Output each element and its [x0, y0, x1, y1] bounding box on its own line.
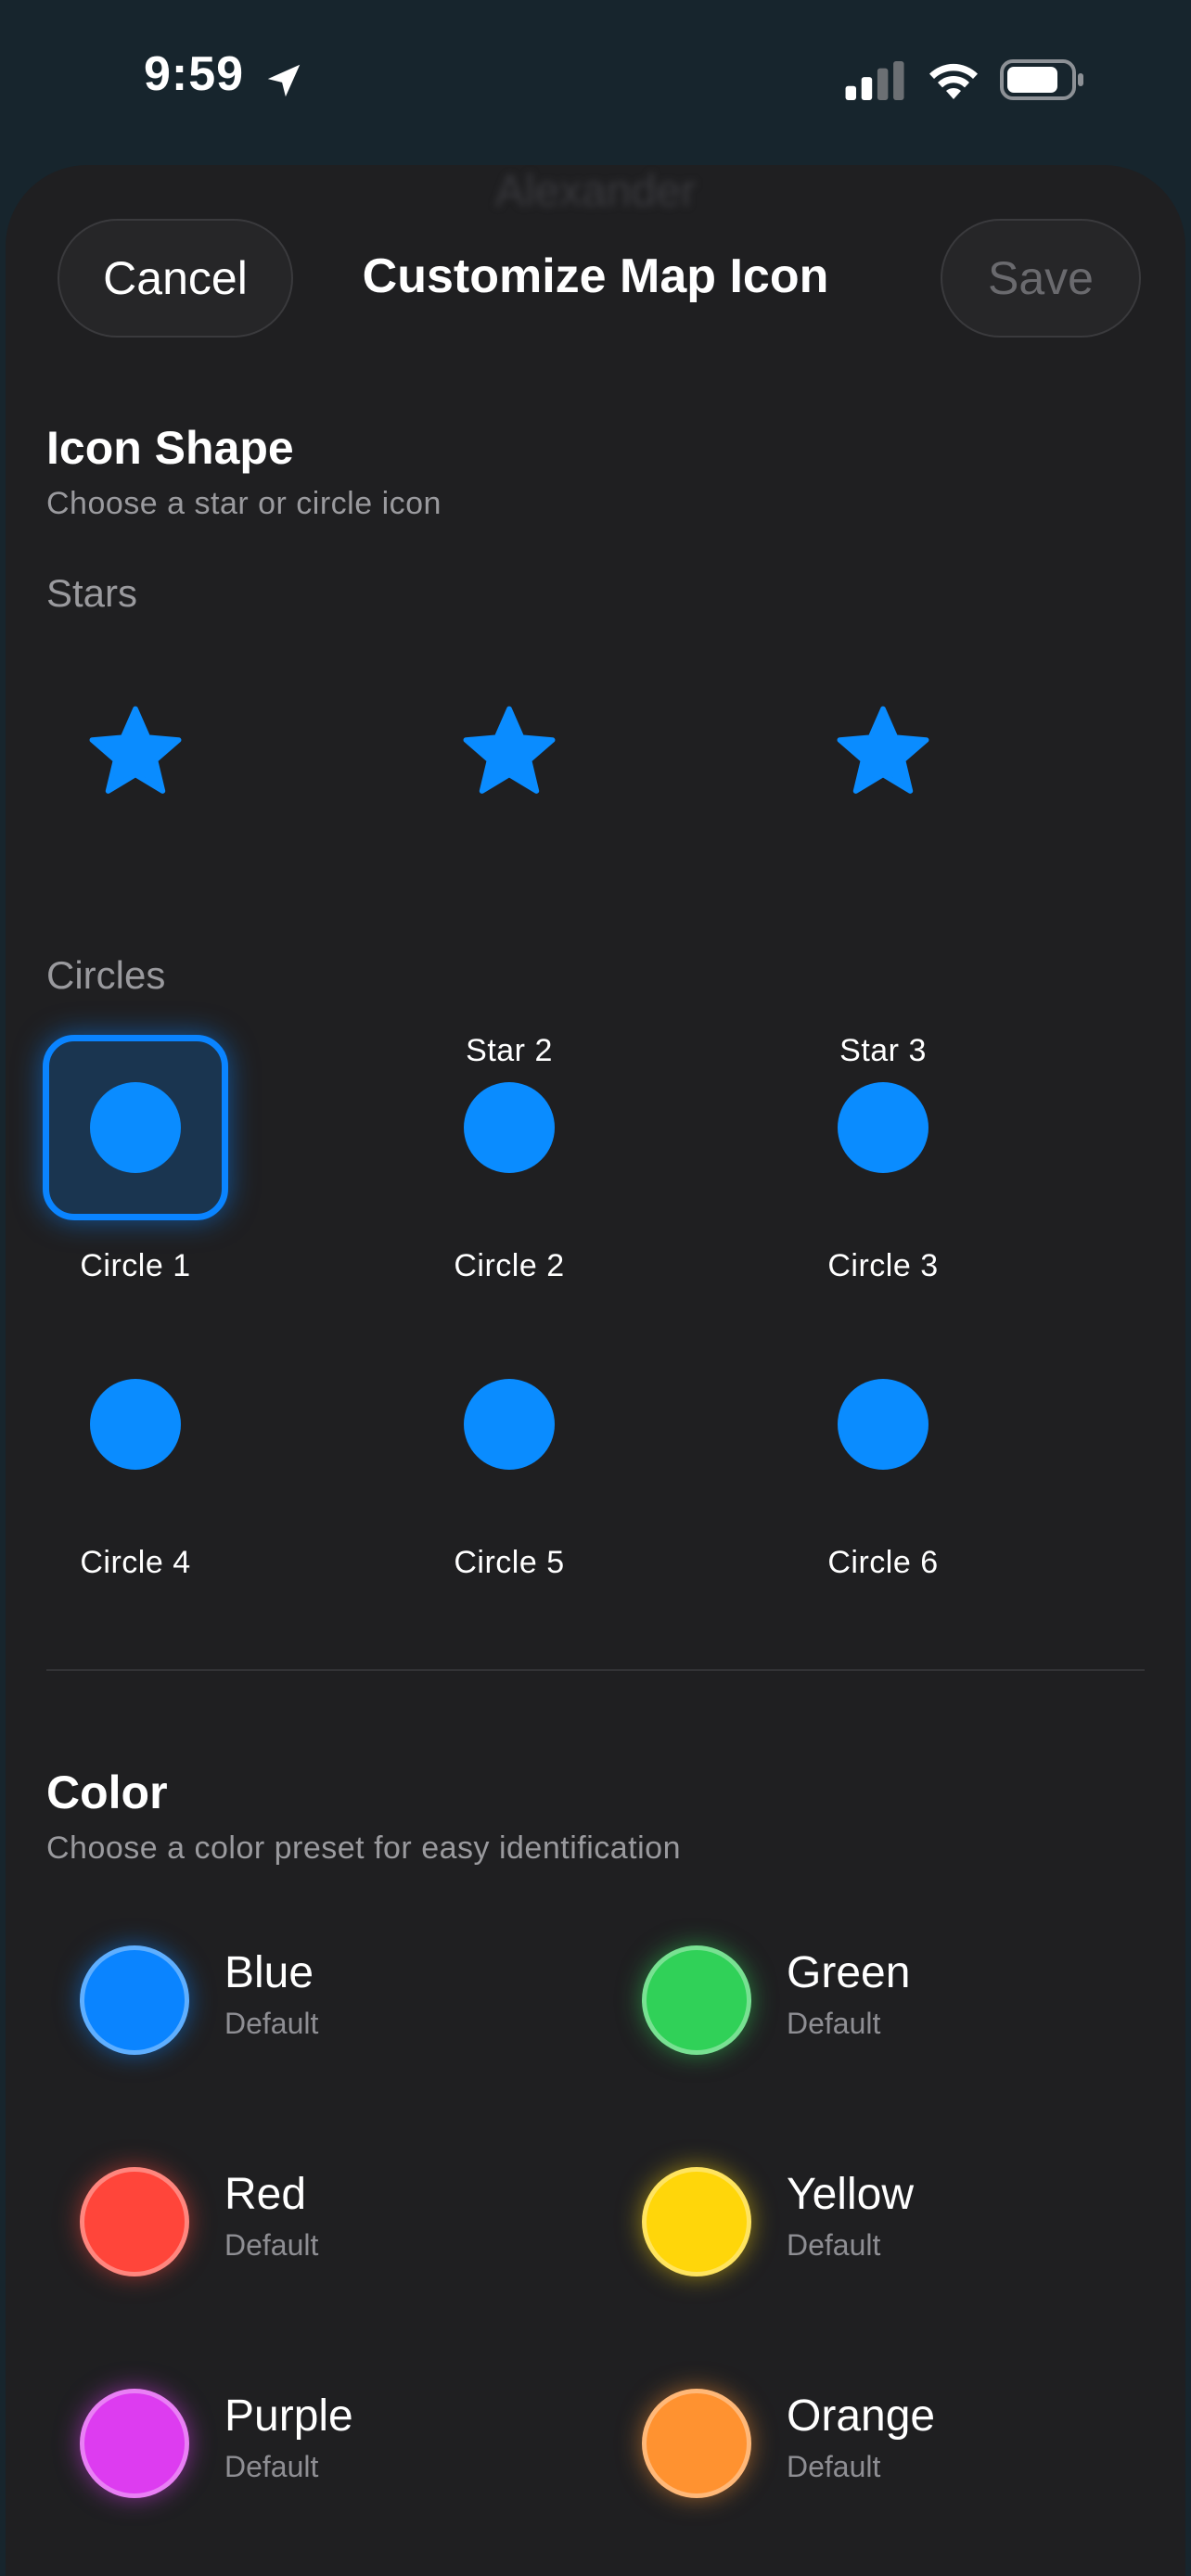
circles-label: Circles — [46, 953, 166, 997]
color-subtext: Default — [224, 2228, 319, 2262]
color-option-yellow[interactable]: Yellow Default — [642, 2167, 1106, 2288]
cellular-signal-icon — [845, 61, 904, 100]
circle-1-label: Circle 1 — [80, 1248, 191, 1283]
circle-icon — [464, 1082, 555, 1173]
circle-6-option[interactable]: Circle 6 — [753, 1332, 976, 1580]
circle-4-label: Circle 4 — [80, 1545, 191, 1580]
location-arrow-icon — [267, 64, 301, 97]
blue-swatch — [80, 1945, 189, 2055]
circle-icon — [838, 1082, 928, 1173]
star-1-option[interactable]: Star 1 — [6, 660, 228, 1068]
icon-shape-title: Icon Shape — [46, 422, 294, 474]
circle-2-label: Circle 2 — [454, 1248, 565, 1283]
circle-icon — [90, 1082, 181, 1173]
circle-4-box — [43, 1332, 228, 1517]
orange-swatch — [642, 2389, 751, 2498]
color-name: Red — [224, 2170, 307, 2219]
color-name: Blue — [224, 1948, 314, 1997]
red-swatch — [80, 2167, 189, 2276]
stars-label: Stars — [46, 571, 138, 615]
color-option-purple[interactable]: Purple Default — [80, 2389, 544, 2509]
color-subtext: Default — [787, 2007, 881, 2040]
color-option-red[interactable]: Red Default — [80, 2167, 544, 2288]
color-subtext: Default — [787, 2228, 881, 2262]
star-2-option[interactable]: Star 2 — [379, 660, 602, 1068]
circle-icon — [464, 1379, 555, 1470]
circle-5-label: Circle 5 — [454, 1545, 565, 1580]
color-option-green[interactable]: Green Default — [642, 1945, 1106, 2066]
yellow-swatch — [642, 2167, 751, 2276]
circle-3-box — [790, 1035, 976, 1220]
circle-5-option[interactable]: Circle 5 — [379, 1332, 602, 1580]
circle-1-option[interactable]: Circle 1 — [6, 1035, 228, 1283]
save-button[interactable]: Save — [941, 219, 1141, 338]
star-3-box — [790, 660, 976, 846]
status-time: 9:59 — [144, 47, 245, 101]
color-subtext: Default — [224, 2450, 319, 2483]
star-1-box — [43, 660, 228, 846]
color-name: Orange — [787, 2391, 936, 2441]
star-icon — [837, 706, 929, 794]
color-subtitle: Choose a color preset for easy identific… — [46, 1830, 681, 1866]
color-subtext: Default — [224, 2007, 319, 2040]
color-subtext: Default — [787, 2450, 881, 2483]
circle-3-option[interactable]: Circle 3 — [753, 1035, 976, 1283]
icon-shape-subtitle: Choose a star or circle icon — [46, 486, 442, 521]
section-divider — [46, 1669, 1145, 1671]
circle-4-option[interactable]: Circle 4 — [6, 1332, 228, 1580]
color-name: Green — [787, 1948, 911, 1997]
circle-3-label: Circle 3 — [827, 1248, 939, 1283]
customize-sheet: Alexander Cancel Customize Map Icon Save… — [6, 165, 1185, 2576]
star-icon — [89, 706, 182, 794]
status-bar: 9:59 — [0, 0, 1191, 158]
green-swatch — [642, 1945, 751, 2055]
star-3-option[interactable]: Star 3 — [753, 660, 976, 1068]
circle-2-box — [416, 1035, 602, 1220]
color-name: Yellow — [787, 2170, 914, 2219]
color-name: Purple — [224, 2391, 353, 2441]
color-option-orange[interactable]: Orange Default — [642, 2389, 1106, 2509]
star-icon — [463, 706, 556, 794]
circle-icon — [90, 1379, 181, 1470]
star-2-box — [416, 660, 602, 846]
circle-icon — [838, 1379, 928, 1470]
background-title: Alexander — [494, 167, 697, 216]
battery-icon — [1000, 59, 1083, 100]
color-option-blue[interactable]: Blue Default — [80, 1945, 544, 2066]
circle-6-box — [790, 1332, 976, 1517]
circle-6-label: Circle 6 — [827, 1545, 939, 1580]
color-title: Color — [46, 1766, 168, 1818]
circle-5-box — [416, 1332, 602, 1517]
circle-2-option[interactable]: Circle 2 — [379, 1035, 602, 1283]
purple-swatch — [80, 2389, 189, 2498]
wifi-icon — [929, 63, 978, 99]
circle-1-box-selected — [43, 1035, 228, 1220]
